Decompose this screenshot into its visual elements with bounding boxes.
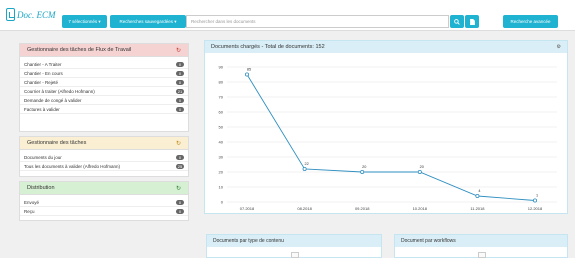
data-label: 1	[536, 194, 538, 198]
data-label: 20	[420, 165, 424, 169]
count-badge: 0	[176, 79, 184, 85]
tasks-panel: Gestionnaire des tâches ↻ Documents du j…	[19, 136, 189, 177]
logo-text: Doc. ECM	[17, 9, 56, 20]
count-badge: 0	[176, 199, 184, 205]
search-icon	[454, 18, 460, 25]
count-badge: 0	[176, 154, 184, 160]
data-point	[532, 198, 537, 203]
count-badge: 0	[176, 208, 184, 214]
refresh-icon[interactable]: ↻	[176, 140, 181, 147]
distribution-panel: Distribution ↻ Envoyé 0 Reçu 0	[19, 181, 189, 221]
chart-placeholder	[478, 252, 486, 258]
workflow-chart-panel-header: Document par workflows	[395, 235, 567, 247]
y-tick-label: 40	[219, 140, 224, 145]
list-item[interactable]: Reçu 0	[20, 207, 188, 216]
search-input[interactable]	[191, 19, 448, 24]
advanced-search-button[interactable]: Recherche avancée	[503, 15, 558, 28]
data-point	[475, 193, 480, 198]
y-tick-label: 0	[221, 200, 224, 205]
workflow-task-panel-header: Gestionnaire des tâches de Flux de Trava…	[20, 44, 188, 57]
workflow-task-panel: Gestionnaire des tâches de Flux de Trava…	[19, 43, 189, 132]
x-tick-label: 12.2018	[528, 206, 543, 211]
chart-placeholder	[291, 252, 299, 258]
panel-title: Distribution	[27, 185, 55, 191]
list-item[interactable]: Chantier - Rejeté 0	[20, 78, 188, 87]
saved-searches-dropdown[interactable]: Recherches sauvegardées ▾	[110, 15, 186, 28]
x-tick-label: 11.2018	[470, 206, 485, 211]
data-point	[302, 167, 307, 172]
y-tick-label: 20	[219, 170, 224, 175]
y-tick-label: 10	[219, 185, 224, 190]
document-button[interactable]	[465, 15, 479, 28]
y-tick-label: 80	[219, 80, 224, 85]
y-tick-label: 60	[219, 110, 224, 115]
list-item[interactable]: Tous les documents à valider (Alfredo Ho…	[20, 162, 188, 171]
data-label: 22	[304, 162, 308, 166]
count-badge: 0	[176, 97, 184, 103]
chart-title: Documents chargés - Total de documents: …	[211, 44, 325, 50]
tasks-panel-header: Gestionnaire des tâches ↻	[20, 137, 188, 150]
gear-icon[interactable]: ⚙	[557, 44, 561, 50]
y-tick-label: 90	[219, 65, 224, 70]
x-tick-label: 08.2018	[297, 206, 312, 211]
x-tick-label: 07.2018	[240, 206, 255, 211]
search-button[interactable]	[450, 15, 464, 28]
list-item[interactable]: Chantier - En cours 0	[20, 69, 188, 78]
x-tick-label: 10.2018	[413, 206, 428, 211]
refresh-icon[interactable]: ↻	[176, 185, 181, 192]
data-label: 85	[247, 68, 251, 72]
count-badge: 0	[176, 106, 184, 112]
panel-title: Gestionnaire des tâches de Flux de Trava…	[27, 47, 132, 53]
data-label: 20	[362, 165, 366, 169]
search-box	[186, 15, 449, 28]
refresh-icon[interactable]: ↻	[176, 47, 181, 54]
top-bar: Doc. ECM 7 sélectionnés ▾ Recherches sau…	[0, 0, 575, 31]
count-badge: 21	[176, 88, 184, 94]
data-point	[360, 170, 365, 175]
count-badge: 25	[176, 163, 184, 169]
logo[interactable]: Doc. ECM	[6, 8, 56, 21]
count-badge: 0	[176, 70, 184, 76]
list-item[interactable]: Envoyé 0	[20, 198, 188, 207]
data-point	[245, 72, 250, 77]
list-item[interactable]: Chantier - A Traiter 0	[20, 60, 188, 69]
y-tick-label: 70	[219, 95, 224, 100]
content-type-panel-header: Documents par type de contenu	[207, 235, 381, 247]
data-point	[417, 170, 422, 175]
y-tick-label: 50	[219, 125, 224, 130]
document-icon	[469, 18, 475, 25]
x-tick-label: 09.2018	[355, 206, 370, 211]
selected-dropdown[interactable]: 7 sélectionnés ▾	[62, 15, 107, 28]
documents-chart-panel: Documents chargés - Total de documents: …	[204, 40, 568, 214]
content-type-panel: Documents par type de contenu	[206, 234, 382, 258]
list-item[interactable]: Documents du jour 0	[20, 153, 188, 162]
document-logo-icon	[6, 8, 15, 21]
line-chart: 0 10 20 30 40 50 60 70 80 90 07.2018 08.2018 09.2018…	[219, 65, 557, 211]
chart-panel-header: Documents chargés - Total de documents: …	[205, 41, 567, 53]
data-label: 4	[478, 189, 480, 193]
distribution-panel-header: Distribution ↻	[20, 182, 188, 195]
list-item[interactable]: Factures à valider 0	[20, 105, 188, 114]
list-item[interactable]: Courrier à traiter (Alfredo Hofmann) 21	[20, 87, 188, 96]
panel-title: Gestionnaire des tâches	[27, 140, 87, 146]
list-item[interactable]: Demande de congé à valider 0	[20, 96, 188, 105]
count-badge: 0	[176, 61, 184, 67]
workflow-chart-panel: Document par workflows	[394, 234, 568, 258]
y-tick-label: 30	[219, 155, 224, 160]
series-line	[246, 74, 536, 201]
